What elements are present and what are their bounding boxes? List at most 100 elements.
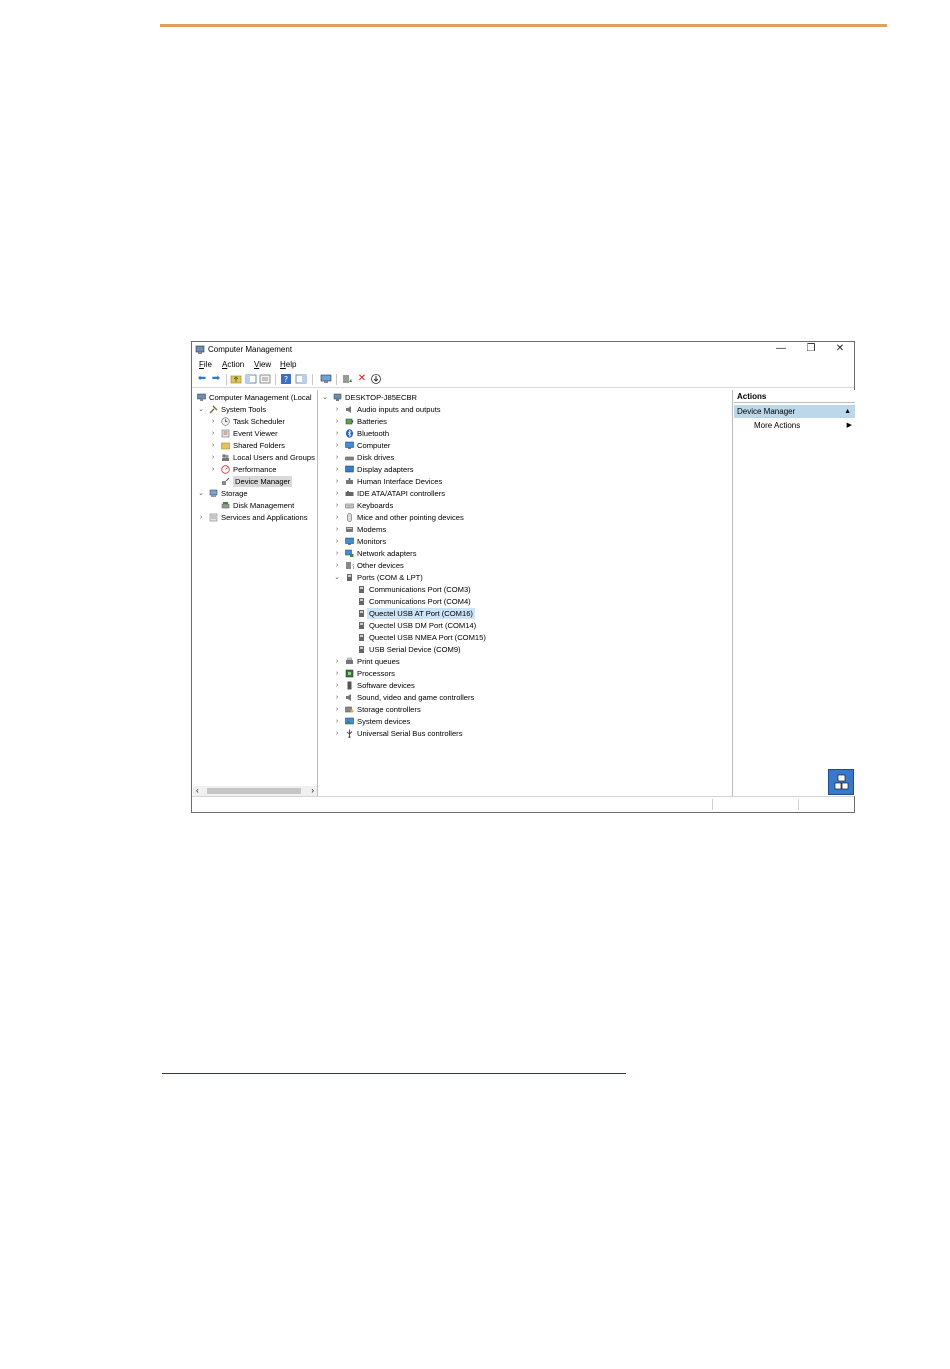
- chevron-right-icon[interactable]: ›: [333, 560, 341, 571]
- display-adapter-icon: [345, 465, 354, 473]
- port-icon: [359, 622, 364, 629]
- chevron-right-icon[interactable]: ›: [333, 416, 341, 427]
- computer-management-icon: [195, 345, 205, 354]
- chevron-right-icon[interactable]: ›: [333, 680, 341, 691]
- status-bar: [192, 796, 854, 812]
- menu-action[interactable]: Action: [222, 360, 244, 369]
- toolbar-separator: [336, 374, 337, 385]
- menu-view[interactable]: View: [254, 360, 271, 369]
- actions-header: Actions: [734, 390, 855, 403]
- svg-text:?: ?: [284, 375, 288, 384]
- chevron-right-icon[interactable]: ›: [333, 428, 341, 439]
- monitor-icon: [345, 537, 354, 545]
- chevron-down-icon[interactable]: ⌄: [333, 572, 341, 583]
- toolbar-separator: [226, 374, 227, 385]
- chevron-right-icon[interactable]: ›: [333, 524, 341, 535]
- console-tree-pane: Computer Management (Local ⌄ System Tool…: [193, 390, 318, 796]
- actions-pane: Actions Device Manager ▲ More Actions ▶: [734, 390, 855, 796]
- disk-drive-icon: [345, 456, 354, 461]
- chevron-right-icon[interactable]: ›: [209, 452, 217, 463]
- port-icon: [359, 646, 364, 653]
- chevron-right-icon[interactable]: ›: [333, 656, 341, 667]
- port-icon: [359, 598, 364, 605]
- show-hide-console-tree-icon[interactable]: [245, 373, 257, 385]
- title-bar[interactable]: Computer Management — ❐ ✕: [192, 342, 854, 358]
- accessibility-corner-button[interactable]: [828, 769, 854, 795]
- hid-icon: [346, 478, 353, 484]
- speaker-icon: [346, 694, 351, 701]
- chevron-right-icon[interactable]: ›: [333, 464, 341, 475]
- chevron-right-icon[interactable]: ›: [333, 548, 341, 559]
- update-driver-icon[interactable]: [341, 373, 353, 385]
- port-icon: [359, 586, 364, 593]
- menu-help[interactable]: Help: [280, 360, 296, 369]
- printer-icon: [346, 657, 353, 664]
- port-icon: [347, 574, 352, 581]
- chevron-right-icon[interactable]: ›: [333, 404, 341, 415]
- status-divider: [712, 799, 713, 810]
- scroll-right-icon[interactable]: ›: [311, 786, 314, 796]
- disable-device-icon[interactable]: [370, 373, 382, 385]
- chevron-right-icon[interactable]: ›: [333, 728, 341, 739]
- chevron-right-icon[interactable]: ›: [333, 476, 341, 487]
- more-actions-link[interactable]: More Actions ▶: [754, 421, 852, 430]
- chevron-right-icon[interactable]: ›: [333, 692, 341, 703]
- collapse-up-icon[interactable]: ▲: [844, 405, 851, 418]
- uninstall-x-icon[interactable]: ✕: [356, 373, 368, 385]
- svg-text:?: ?: [352, 564, 354, 570]
- chevron-down-icon[interactable]: ⌄: [321, 392, 329, 403]
- chevron-right-icon[interactable]: ›: [333, 716, 341, 727]
- chevron-right-icon[interactable]: ›: [333, 488, 341, 499]
- chevron-right-icon[interactable]: ›: [333, 668, 341, 679]
- speaker-icon: [346, 406, 351, 413]
- device-type-icon: [834, 774, 849, 790]
- show-hide-action-pane-icon[interactable]: [295, 373, 307, 385]
- usb-icon: [346, 729, 353, 738]
- software-device-icon: [347, 681, 352, 690]
- chevron-right-icon[interactable]: ›: [209, 416, 217, 427]
- modem-icon: [346, 527, 353, 532]
- close-button[interactable]: ✕: [825, 342, 855, 358]
- chevron-right-icon[interactable]: ›: [209, 428, 217, 439]
- chevron-down-icon[interactable]: ⌄: [197, 404, 205, 415]
- properties-list-icon[interactable]: [259, 373, 271, 385]
- menu-file[interactable]: File: [199, 360, 212, 369]
- tools-icon: [209, 405, 218, 414]
- storage-controller-icon: [345, 706, 354, 713]
- performance-gauge-icon: [221, 465, 230, 474]
- system-device-icon: [345, 717, 354, 725]
- chevron-right-icon[interactable]: ›: [333, 452, 341, 463]
- unknown-device-icon: ?: [346, 562, 354, 570]
- up-folder-icon[interactable]: [230, 373, 242, 385]
- chevron-right-icon[interactable]: ›: [197, 512, 205, 523]
- minimize-button[interactable]: —: [766, 342, 796, 358]
- disk-management-icon: [221, 502, 230, 509]
- scroll-left-icon[interactable]: ‹: [196, 786, 199, 796]
- status-divider: [798, 799, 799, 810]
- chevron-right-icon[interactable]: ›: [333, 440, 341, 451]
- bluetooth-icon: [346, 429, 353, 438]
- help-icon[interactable]: ?: [280, 373, 292, 385]
- actions-section-device-manager[interactable]: Device Manager ▲: [734, 405, 855, 418]
- forward-arrow-icon[interactable]: ➡: [210, 373, 222, 385]
- chevron-right-icon[interactable]: ›: [209, 440, 217, 451]
- toolbar: ⬅ ➡ ? ✕: [192, 371, 854, 388]
- footnote-rule: [162, 1073, 626, 1074]
- chevron-right-icon[interactable]: ›: [333, 536, 341, 547]
- scan-hardware-icon[interactable]: [320, 373, 332, 385]
- chevron-right-icon[interactable]: ›: [209, 464, 217, 475]
- restore-button[interactable]: ❐: [796, 342, 826, 358]
- chevron-right-icon[interactable]: ›: [333, 512, 341, 523]
- chevron-right-icon[interactable]: ›: [333, 500, 341, 511]
- page-top-rule: [160, 24, 887, 27]
- computer-management-icon: [197, 393, 206, 401]
- left-pane-horizontal-scrollbar[interactable]: ‹ ›: [193, 786, 317, 796]
- device-manager-icon: [222, 477, 230, 485]
- chevron-right-icon[interactable]: ›: [333, 704, 341, 715]
- scrollbar-thumb[interactable]: [207, 788, 301, 794]
- event-log-icon: [221, 429, 230, 438]
- services-icon: [209, 513, 218, 522]
- processor-icon: [345, 669, 354, 678]
- back-arrow-icon[interactable]: ⬅: [196, 373, 208, 385]
- chevron-down-icon[interactable]: ⌄: [197, 488, 205, 499]
